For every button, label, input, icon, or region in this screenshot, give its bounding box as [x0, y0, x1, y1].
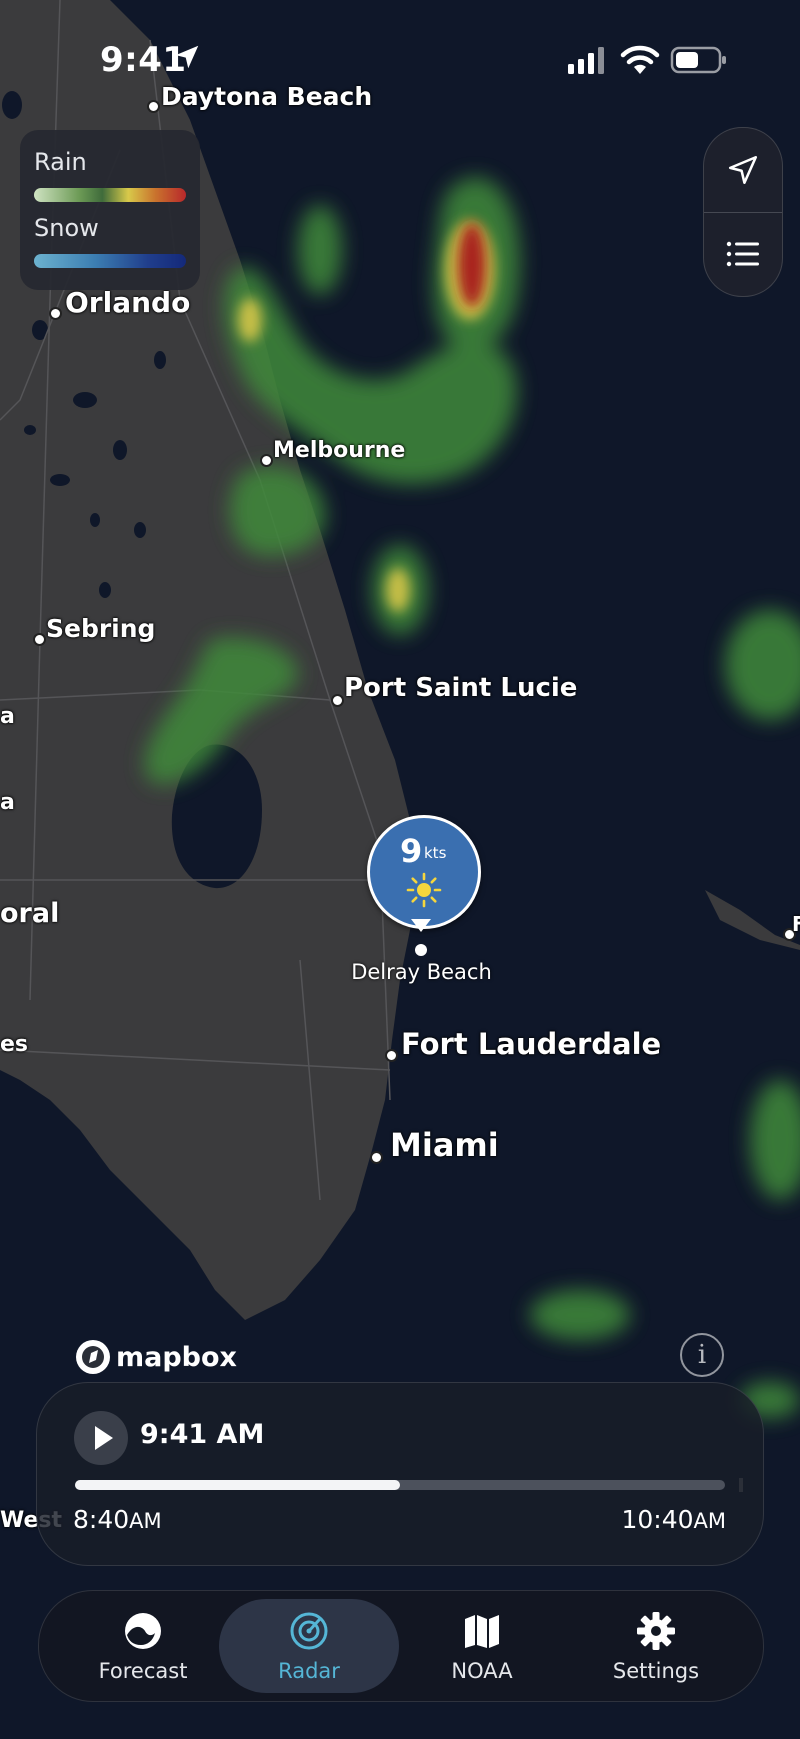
- legend-rain-gradient: [34, 188, 186, 202]
- legend-snow-gradient: [34, 254, 186, 268]
- timeline-progress: [75, 1480, 400, 1490]
- city-dot: [49, 307, 62, 320]
- legend-rain-label: Rain: [34, 148, 87, 176]
- precipitation-legend: Rain Snow: [20, 130, 200, 290]
- wifi-icon: [620, 45, 660, 74]
- map-controls: [703, 127, 783, 297]
- bottom-tab-bar: Forecast Radar NOAA Settings: [38, 1590, 764, 1702]
- city-dot: [33, 633, 46, 646]
- timeline-end: 10:40AM: [621, 1505, 726, 1534]
- city-dot: [385, 1049, 398, 1062]
- tab-label: Settings: [612, 1659, 700, 1683]
- current-frame-time: 9:41 AM: [140, 1419, 265, 1450]
- timeline-scrubber[interactable]: [75, 1478, 743, 1492]
- marker-pointer: [411, 919, 431, 932]
- radar-screen: Daytona Beach Orlando Melbourne Sebring …: [0, 0, 800, 1739]
- city-fort-lauderdale[interactable]: Fort Lauderdale: [401, 1027, 661, 1061]
- marker-location-label: Delray Beach: [351, 960, 492, 984]
- tab-label: Forecast: [98, 1659, 188, 1683]
- radar-icon: [290, 1612, 328, 1650]
- tab-forecast[interactable]: Forecast: [53, 1599, 233, 1693]
- city-partial-label: F: [792, 912, 800, 936]
- city-dot: [331, 694, 344, 707]
- legend-snow-label: Snow: [34, 214, 99, 242]
- wind-speed-value: 9: [400, 832, 423, 870]
- mapbox-wordmark: mapbox: [116, 1341, 237, 1373]
- tab-label: Radar: [278, 1659, 340, 1683]
- tab-settings[interactable]: Settings: [566, 1599, 746, 1693]
- city-sebring[interactable]: Sebring: [46, 614, 155, 643]
- play-button[interactable]: [74, 1411, 128, 1465]
- list-icon: [726, 241, 759, 267]
- city-partial-label: a: [0, 790, 15, 815]
- sun-icon: [406, 872, 442, 908]
- wind-marker[interactable]: 9 kts: [367, 815, 481, 929]
- city-miami[interactable]: Miami: [390, 1126, 499, 1164]
- layers-list-button[interactable]: [704, 212, 782, 296]
- location-arrow-icon: [175, 45, 199, 69]
- wave-icon: [125, 1613, 161, 1649]
- city-dot: [370, 1151, 383, 1164]
- cellular-signal-icon: [568, 47, 604, 74]
- city-melbourne[interactable]: Melbourne: [273, 438, 405, 463]
- mapbox-logo: [76, 1340, 110, 1374]
- wind-speed-unit: kts: [424, 844, 447, 862]
- city-dot: [147, 100, 160, 113]
- navigation-arrow-icon: [728, 155, 758, 185]
- tab-noaa[interactable]: NOAA: [392, 1599, 572, 1693]
- gear-icon: [637, 1612, 675, 1650]
- timeline-now-marker: [739, 1478, 743, 1492]
- battery-icon: [670, 46, 726, 74]
- city-partial-label: es: [0, 1032, 29, 1057]
- timeline-start: 8:40AM: [73, 1505, 162, 1534]
- status-bar: 9:41: [0, 36, 800, 84]
- tab-label: NOAA: [451, 1659, 513, 1683]
- city-orlando[interactable]: Orlando: [65, 286, 190, 319]
- city-partial-label: a: [0, 704, 15, 729]
- city-daytona-beach[interactable]: Daytona Beach: [161, 82, 372, 111]
- mapbox-attribution[interactable]: mapbox: [76, 1339, 237, 1375]
- locate-button[interactable]: [704, 128, 782, 212]
- radar-timeline-player: 9:41 AM 8:40AM 10:40AM: [36, 1382, 764, 1566]
- marker-location-dot: [415, 944, 427, 956]
- city-port-saint-lucie[interactable]: Port Saint Lucie: [344, 673, 577, 703]
- info-button[interactable]: i: [680, 1333, 724, 1377]
- tab-radar[interactable]: Radar: [219, 1599, 399, 1693]
- map-icon: [465, 1615, 499, 1648]
- city-dot: [260, 454, 273, 467]
- city-partial-label: oral: [0, 898, 60, 929]
